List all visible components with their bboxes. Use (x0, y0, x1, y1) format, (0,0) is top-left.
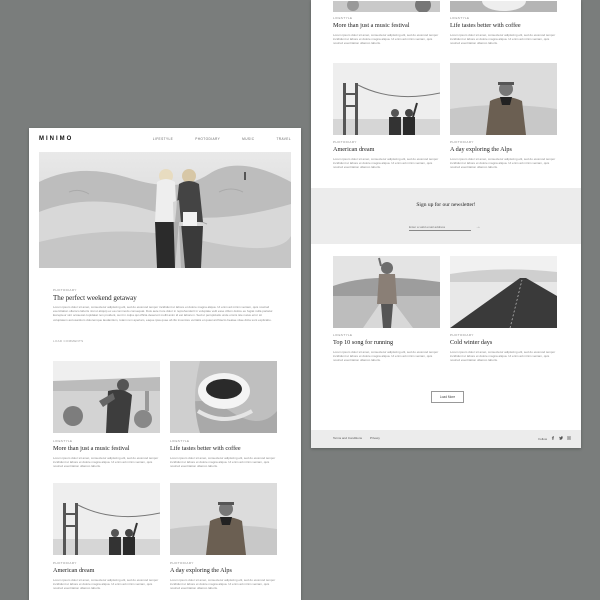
top-nav: MINIMO LIFESTYLE PHOTODIARY MUSIC TRAVEL (39, 132, 291, 146)
nav-item-photodiary[interactable]: PHOTODIARY (195, 137, 220, 141)
post-category-coffee[interactable]: LIFESTYLE (170, 439, 189, 443)
post-title-winter[interactable]: Cold winter days (450, 339, 492, 346)
post-category-alps[interactable]: PHOTODIARY (170, 561, 194, 565)
instagram-icon[interactable] (567, 436, 571, 441)
post-image-alps[interactable] (170, 483, 277, 555)
newsletter-submit-button[interactable]: → (475, 224, 481, 230)
post-image-festival[interactable] (53, 361, 160, 433)
post-category-american-dream-2[interactable]: PHOTODIARY (333, 140, 357, 144)
post-title-coffee[interactable]: Life tastes better with coffee (170, 445, 241, 452)
hero-excerpt: Lorem ipsum dolor sit amet, consectetur … (53, 305, 274, 322)
homepage-mockup-left: MINIMO LIFESTYLE PHOTODIARY MUSIC TRAVEL (29, 128, 301, 600)
footer-links: Terms and Conditions Privacy (333, 436, 380, 440)
post-title-american-dream[interactable]: American dream (53, 567, 94, 574)
post-image-alps-2[interactable] (450, 63, 557, 135)
post-excerpt-festival-2: Lorem ipsum dolor sit amet, consectetur … (333, 33, 439, 46)
post-title-alps[interactable]: A day exploring the Alps (170, 567, 232, 574)
twitter-icon[interactable] (559, 436, 563, 441)
post-category-coffee-2[interactable]: LIFESTYLE (450, 16, 469, 20)
post-image-winter[interactable] (450, 256, 557, 328)
post-category-alps-2[interactable]: PHOTODIARY (450, 140, 474, 144)
post-excerpt-winter: Lorem ipsum dolor sit amet, consectetur … (450, 350, 556, 363)
newsletter-title: Sign up for our newsletter! (416, 202, 476, 208)
hero-category[interactable]: PHOTODIARY (53, 288, 77, 292)
post-title-running[interactable]: Top 10 song for running (333, 339, 393, 346)
post-category-american-dream[interactable]: PHOTODIARY (53, 561, 77, 565)
site-footer: Terms and Conditions Privacy Follow (311, 430, 581, 448)
newsletter-email-input[interactable] (409, 224, 471, 231)
post-excerpt-coffee-2: Lorem ipsum dolor sit amet, consectetur … (450, 33, 556, 46)
post-title-festival-2[interactable]: More than just a music festival (333, 22, 409, 29)
post-excerpt-alps: Lorem ipsum dolor sit amet, consectetur … (170, 578, 276, 591)
post-excerpt-alps-2: Lorem ipsum dolor sit amet, consectetur … (450, 157, 556, 170)
send-arrow-icon: → (475, 224, 481, 230)
post-title-coffee-2[interactable]: Life tastes better with coffee (450, 22, 521, 29)
newsletter-section: Sign up for our newsletter! → (311, 188, 581, 244)
hero-comments-link[interactable]: LOAD COMMENTS (53, 339, 83, 343)
post-image-festival-cropped[interactable] (333, 0, 440, 12)
footer-link-terms[interactable]: Terms and Conditions (333, 436, 362, 440)
post-excerpt-festival: Lorem ipsum dolor sit amet, consectetur … (53, 456, 159, 469)
follow-label: Follow (538, 436, 547, 441)
footer-social: Follow (538, 436, 571, 441)
facebook-icon[interactable] (551, 436, 555, 441)
nav-item-lifestyle[interactable]: LIFESTYLE (153, 137, 173, 141)
post-category-running[interactable]: LIFESTYLE (333, 333, 352, 337)
nav-item-music[interactable]: MUSIC (242, 137, 254, 141)
post-image-american-dream-2[interactable] (333, 63, 440, 135)
post-image-american-dream[interactable] (53, 483, 160, 555)
post-image-coffee[interactable] (170, 361, 277, 433)
footer-link-privacy[interactable]: Privacy (370, 436, 380, 440)
post-image-coffee-cropped[interactable] (450, 0, 557, 12)
load-more-button[interactable]: Load More (431, 391, 464, 403)
post-title-american-dream-2[interactable]: American dream (333, 146, 374, 153)
post-excerpt-running: Lorem ipsum dolor sit amet, consectetur … (333, 350, 439, 363)
post-excerpt-american-dream-2: Lorem ipsum dolor sit amet, consectetur … (333, 157, 439, 170)
post-title-alps-2[interactable]: A day exploring the Alps (450, 146, 512, 153)
nav-item-travel[interactable]: TRAVEL (276, 137, 291, 141)
nav-menu: LIFESTYLE PHOTODIARY MUSIC TRAVEL (153, 137, 291, 141)
post-excerpt-american-dream: Lorem ipsum dolor sit amet, consectetur … (53, 578, 159, 591)
post-image-running[interactable] (333, 256, 440, 328)
post-category-festival[interactable]: LIFESTYLE (53, 439, 72, 443)
post-excerpt-coffee: Lorem ipsum dolor sit amet, consectetur … (170, 456, 276, 469)
hero-title[interactable]: The perfect weekend getaway (53, 294, 137, 302)
post-category-winter[interactable]: PHOTODIARY (450, 333, 474, 337)
site-logo[interactable]: MINIMO (39, 136, 73, 142)
post-category-festival-2[interactable]: LIFESTYLE (333, 16, 352, 20)
hero-image[interactable] (39, 152, 291, 268)
homepage-mockup-right: LIFESTYLE LIFESTYLE More than just a mus… (311, 0, 581, 448)
post-title-festival[interactable]: More than just a music festival (53, 445, 129, 452)
